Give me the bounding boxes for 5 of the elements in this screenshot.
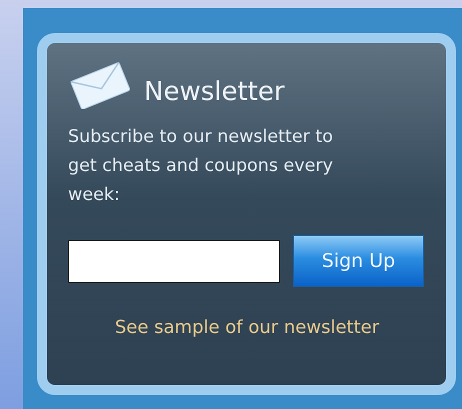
email-field[interactable] <box>68 240 280 282</box>
signup-button[interactable]: Sign Up <box>293 235 424 287</box>
newsletter-title: Newsletter <box>144 77 285 107</box>
sample-link[interactable]: See sample of our newsletter <box>68 317 426 338</box>
newsletter-description: Subscribe to our newsletter to get cheats and coupons every week: <box>68 126 334 207</box>
